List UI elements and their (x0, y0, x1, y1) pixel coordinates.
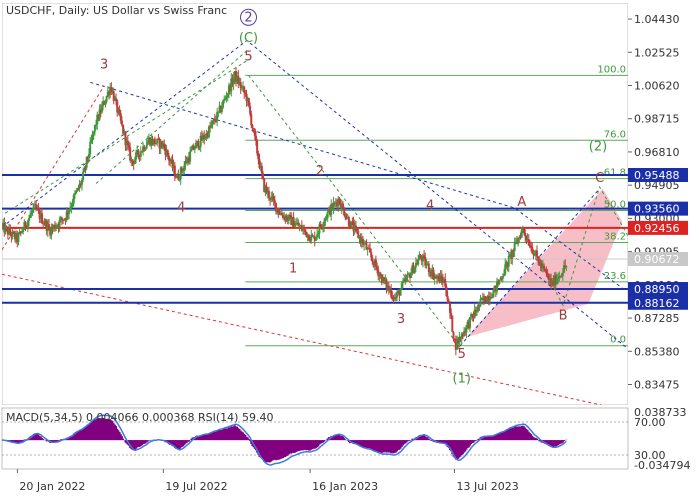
wave-label-3: 3 (397, 312, 405, 327)
candle-body (262, 173, 265, 179)
current-price-label: 0.90672 (634, 253, 680, 266)
wave-label-C: C (595, 171, 604, 186)
indicator-label: MACD(5,34,5) 0.004066 0.000368 RSI(14) 5… (6, 411, 273, 424)
candle-body (399, 289, 402, 296)
wave-label-B: B (559, 309, 568, 324)
candle-body (507, 255, 510, 267)
level-label-0.88950: 0.88950 (634, 283, 680, 296)
level-label-0.92456: 0.92456 (634, 222, 680, 235)
price-tick-1.00620: 1.00620 (634, 79, 680, 92)
candle-body (137, 150, 140, 155)
candle-body (273, 200, 276, 203)
wave-label-2: 2 (316, 164, 324, 179)
candle-body (193, 148, 196, 150)
wave-label-3: 3 (100, 57, 108, 72)
price-tick-0.98715: 0.98715 (634, 113, 680, 126)
candle-body (371, 257, 374, 262)
wave-label-1: 1 (289, 261, 297, 276)
wave-label-(2): (2) (589, 139, 607, 154)
candle-body (451, 315, 454, 332)
level-label-0.95488: 0.95488 (634, 169, 680, 182)
wave-label-(1): (1) (453, 371, 471, 386)
candle-body (17, 234, 20, 243)
indicator-tick-3: -0.034794 (634, 459, 690, 472)
price-tick-1.02525: 1.02525 (634, 46, 680, 59)
wave-label-(C): (C) (239, 31, 258, 46)
fib-label-100.0: 100.0 (597, 64, 626, 75)
candle-body (189, 151, 192, 162)
fib-label-38.2: 38.2 (604, 231, 626, 242)
wave-label-4: 4 (426, 199, 434, 214)
candle-body (60, 217, 63, 220)
candle-body (543, 265, 546, 269)
candle-body (251, 125, 254, 129)
candle-body (417, 259, 420, 265)
candle-body (22, 229, 25, 232)
time-tick-1: 19 Jul 2022 (165, 480, 227, 493)
level-label-0.88162: 0.88162 (634, 297, 680, 310)
indicator-tick-1: 70.00 (634, 416, 666, 429)
candle-body (82, 171, 85, 180)
wave-label-2: 2 (244, 10, 252, 25)
candle-body (28, 218, 31, 221)
candle-body (535, 250, 538, 257)
candle-body (565, 265, 568, 267)
chart-svg: 100.076.061.850.038.223.60.034521435ABC(… (0, 0, 700, 500)
time-tick-0: 20 Jan 2022 (19, 480, 85, 493)
fib-label-61.8: 61.8 (604, 168, 626, 179)
price-tick-0.87285: 0.87285 (634, 312, 680, 325)
price-tick-0.96810: 0.96810 (634, 146, 680, 159)
wave-label-A: A (517, 195, 526, 210)
candle-body (452, 331, 455, 340)
candle-body (354, 225, 357, 228)
level-label-0.93560: 0.93560 (634, 203, 680, 216)
wave-label-5: 5 (244, 50, 252, 65)
wave-label-5: 5 (458, 347, 466, 362)
candle-body (450, 312, 453, 316)
chart-title: USDCHF, Daily: US Dollar vs Swiss Franc (6, 4, 227, 17)
price-tick-0.85380: 0.85380 (634, 345, 680, 358)
time-tick-3: 13 Jul 2023 (456, 480, 518, 493)
candle-body (267, 190, 270, 199)
candle-body (501, 276, 504, 279)
fib-label-23.6: 23.6 (604, 271, 626, 282)
candle-body (145, 145, 148, 149)
candle-body (120, 120, 123, 125)
wave-label-4: 4 (177, 200, 185, 215)
fib-label-0.0: 0.0 (610, 335, 626, 346)
candle-body (250, 113, 253, 126)
candle-body (304, 229, 307, 232)
price-tick-1.04430: 1.04430 (634, 13, 680, 26)
candle-body (190, 149, 193, 152)
price-tick-0.83475: 0.83475 (634, 379, 680, 392)
chart: 100.0 76.0 61.8 50.0 38.2 23.6 0.0 3 4 5 2 1 4 3 5 A B C(… (0, 0, 700, 500)
time-tick-2: 16 Jan 2023 (312, 480, 378, 493)
